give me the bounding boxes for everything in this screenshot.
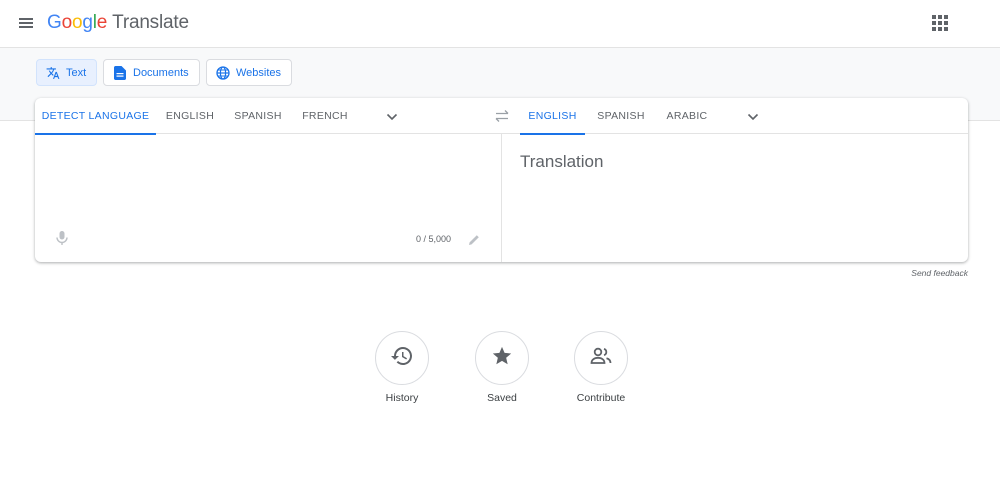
menu-icon-line [19,26,33,28]
logo-letter: o [61,12,73,33]
translation-output: Translation [520,152,604,171]
apps-dot [944,15,948,19]
top-bar: Google Translate [0,0,1000,48]
translate-icon [46,66,60,80]
history-button[interactable] [375,331,429,385]
history-label: History [385,392,419,404]
language-bar: DETECT LANGUAGE ENGLISH SPANISH FRENCH E… [35,98,968,135]
logo-letter: o [71,12,83,33]
mode-tab-websites[interactable]: Websites [206,59,293,86]
google-translate-logo[interactable]: Google Translate [47,12,189,34]
people-icon [589,344,613,373]
apps-dot [944,21,948,25]
apps-dot [932,21,936,25]
source-more-languages-chevron-icon[interactable] [385,110,399,124]
logo-letter: g [82,12,93,33]
target-more-languages-chevron-icon[interactable] [746,110,760,124]
swap-languages-icon[interactable] [493,109,511,123]
source-lang-spanish[interactable]: SPANISH [227,98,289,134]
menu-icon-line [19,18,33,20]
logo-product-name: Translate [112,12,189,33]
history-icon [390,344,414,373]
saved-button[interactable] [475,331,529,385]
apps-grid-button[interactable] [932,15,950,33]
apps-dot [938,27,942,31]
target-lang-arabic[interactable]: ARABIC [659,98,715,134]
apps-dot [932,27,936,31]
star-icon [491,345,513,372]
contribute-button[interactable] [574,331,628,385]
logo-letter: G [47,12,62,33]
apps-dot [944,27,948,31]
apps-dot [938,15,942,19]
logo-letter: e [96,12,108,33]
main-menu-button[interactable] [16,12,38,34]
mode-tab-label: Text [66,66,87,79]
mode-tab-documents[interactable]: Documents [103,59,200,86]
saved-label: Saved [487,392,517,404]
source-lang-english[interactable]: ENGLISH [159,98,221,134]
globe-icon [216,65,230,80]
document-icon [113,65,127,80]
apps-dot [932,15,936,19]
target-lang-spanish[interactable]: SPANISH [591,98,651,134]
source-lang-french[interactable]: FRENCH [295,98,355,134]
pencil-icon[interactable] [468,233,480,245]
contribute-label: Contribute [576,392,626,404]
translation-card: DETECT LANGUAGE ENGLISH SPANISH FRENCH E… [35,98,968,262]
mode-tab-label: Websites [236,66,282,79]
send-feedback-link[interactable]: Send feedback [880,268,968,278]
microphone-icon[interactable] [55,230,69,246]
source-lang-detect[interactable]: DETECT LANGUAGE [35,98,156,135]
character-counter: 0 / 5,000 [415,234,451,244]
apps-dot [938,21,942,25]
target-lang-english[interactable]: ENGLISH [520,98,585,135]
mode-tab-label: Documents [133,66,189,79]
panel-divider [501,134,502,262]
mode-tab-text[interactable]: Text [36,59,98,86]
menu-icon-line [19,22,33,24]
